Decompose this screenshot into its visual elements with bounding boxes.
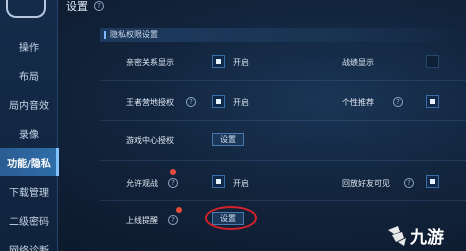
sidebar-item-label: 二级密码 — [9, 216, 49, 228]
sidebar-item-privacy[interactable]: 功能/隐私 — [0, 148, 59, 176]
jiuyou-logo-icon: 九游 — [388, 226, 444, 248]
help-icon[interactable]: ? — [94, 1, 104, 11]
row-divider — [100, 200, 466, 201]
allow-watch-checkbox[interactable] — [212, 175, 225, 188]
new-badge-icon — [176, 207, 182, 213]
record-checkbox[interactable] — [426, 55, 439, 68]
sidebar-item-label: 录像 — [19, 129, 39, 141]
record-label: 战绩显示 — [342, 58, 374, 67]
sidebar-item-download[interactable]: 下载管理 — [0, 177, 58, 205]
intimacy-label: 亲密关系显示 — [126, 58, 174, 67]
watermark-logo: 九游 — [384, 222, 466, 251]
camp-label: 王者营地授权 — [126, 98, 174, 107]
sidebar-item-operation[interactable]: 操作 — [0, 32, 58, 60]
allow-watch-check-text: 开启 — [233, 179, 249, 188]
camp-checkbox[interactable] — [212, 95, 225, 108]
sidebar-item-label: 操作 — [19, 42, 39, 54]
row-divider — [100, 80, 466, 81]
replay-friends-checkbox[interactable] — [426, 175, 439, 188]
sidebar-item-sound[interactable]: 局内音效 — [0, 90, 58, 118]
section-marker — [104, 31, 106, 39]
sidebar-item-network[interactable]: 网络诊断 — [0, 235, 58, 251]
sidebar-item-label: 网络诊断 — [9, 245, 49, 251]
new-badge-icon — [170, 169, 176, 175]
intimacy-check-text: 开启 — [233, 58, 249, 67]
row-divider — [100, 120, 466, 121]
page-title: 设置 — [66, 0, 88, 13]
replay-friends-help-icon[interactable]: ? — [404, 178, 414, 188]
watermark-text: 九游 — [409, 227, 444, 248]
back-button[interactable] — [6, 0, 46, 18]
online-alert-help-icon[interactable]: ? — [168, 215, 178, 225]
game-center-settings-button[interactable]: 设置 — [212, 133, 244, 146]
allow-watch-help-icon[interactable]: ? — [168, 178, 178, 188]
recommend-checkbox[interactable] — [426, 95, 439, 108]
header: 设置 ? — [58, 0, 466, 16]
sidebar: 操作 布局 局内音效 录像 功能/隐私 下载管理 二级密码 网络诊断 — [0, 0, 59, 251]
camp-check-text: 开启 — [233, 98, 249, 107]
recommend-help-icon[interactable]: ? — [393, 97, 403, 107]
recommend-label: 个性推荐 — [342, 98, 374, 107]
sidebar-item-label: 下载管理 — [9, 187, 49, 199]
sidebar-item-label: 布局 — [19, 71, 39, 83]
settings-screen: 操作 布局 局内音效 录像 功能/隐私 下载管理 二级密码 网络诊断 设置 ? … — [0, 0, 466, 251]
sidebar-item-label: 功能/隐私 — [7, 158, 51, 170]
allow-watch-label: 允许观战 — [126, 179, 158, 188]
online-alert-label: 上线提醒 — [126, 216, 158, 225]
intimacy-checkbox[interactable] — [212, 55, 225, 68]
sidebar-item-label: 局内音效 — [9, 100, 49, 112]
replay-friends-label: 回放好友可见 — [342, 179, 390, 188]
highlight-circle — [205, 206, 257, 230]
sidebar-item-replay[interactable]: 录像 — [0, 119, 58, 147]
sidebar-item-password[interactable]: 二级密码 — [0, 206, 58, 234]
game-center-label: 游戏中心授权 — [126, 136, 174, 145]
camp-help-icon[interactable]: ? — [186, 97, 196, 107]
section-title: 隐私权限设置 — [110, 30, 158, 39]
row-divider — [100, 160, 466, 161]
sidebar-item-layout[interactable]: 布局 — [0, 61, 58, 89]
